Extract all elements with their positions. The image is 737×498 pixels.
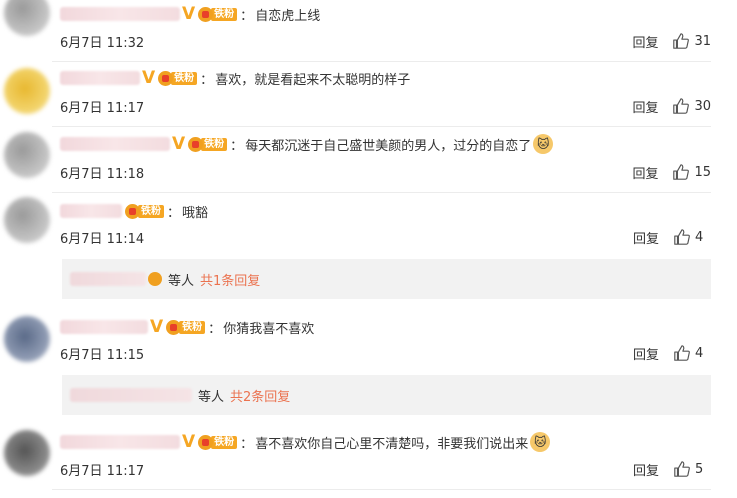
- comment-text: 每天都沉迷于自己盛世美颜的男人，过分的自恋了: [245, 138, 532, 154]
- thumbs-up-icon: [674, 461, 690, 477]
- comment-text: 自恋虎上线: [255, 8, 321, 24]
- like-count: 15: [694, 164, 711, 180]
- fan-badge-icon: 铁粉: [158, 70, 198, 86]
- comment-date: 6月7日 11:17: [60, 463, 145, 479]
- like-button[interactable]: 4: [673, 344, 711, 362]
- avatar[interactable]: [4, 132, 50, 178]
- sub-reply-who: 等人: [168, 273, 195, 289]
- like-count: 4: [695, 229, 704, 245]
- thumbs-up-icon: [674, 345, 690, 361]
- comment-date: 6月7日 11:15: [60, 347, 145, 363]
- fan-badge-icon: 铁粉: [198, 6, 238, 22]
- avatar[interactable]: [4, 68, 50, 114]
- avatar[interactable]: [4, 430, 50, 476]
- comment-text: 你猜我喜不喜欢: [223, 321, 315, 337]
- like-count: 5: [695, 461, 704, 477]
- cat-face-emoji: 🐱: [533, 134, 554, 154]
- like-button[interactable]: 31: [672, 32, 711, 50]
- sub-reply-summary[interactable]: 等人 共2条回复: [62, 375, 711, 415]
- thumbs-up-icon: [673, 98, 690, 114]
- reply-button[interactable]: 回复: [632, 32, 658, 51]
- avatar[interactable]: [4, 0, 50, 36]
- comment-date: 6月7日 11:14: [60, 231, 145, 247]
- username-blurred[interactable]: [70, 388, 192, 402]
- sub-reply-who: 等人: [198, 389, 225, 405]
- username-blurred[interactable]: [60, 71, 140, 85]
- v-badge-icon: V: [150, 317, 164, 337]
- like-button[interactable]: 4: [673, 228, 711, 246]
- username-blurred[interactable]: [60, 7, 180, 21]
- comment-date: 6月7日 11:18: [60, 166, 145, 182]
- reply-button[interactable]: 回复: [633, 460, 659, 479]
- comment-text: 喜不喜欢你自己心里不清楚吗，非要我们说出来: [255, 436, 529, 452]
- v-badge-icon: V: [182, 432, 196, 452]
- thumbs-up-icon: [674, 229, 690, 245]
- comment-date: 6月7日 11:17: [60, 100, 145, 116]
- like-count: 31: [694, 33, 711, 49]
- fan-badge-icon: 铁粉: [198, 434, 238, 450]
- cat-face-emoji: 🐱: [530, 432, 551, 452]
- sub-reply-summary[interactable]: 等人 共1条回复: [62, 259, 711, 299]
- reply-button[interactable]: 回复: [632, 97, 658, 116]
- username-blurred[interactable]: [60, 320, 148, 334]
- like-count: 30: [694, 98, 711, 114]
- thumbs-up-icon: [673, 33, 690, 49]
- view-replies-link[interactable]: 共1条回复: [200, 270, 260, 289]
- username-blurred[interactable]: [70, 272, 146, 286]
- username-blurred[interactable]: [60, 435, 180, 449]
- like-button[interactable]: 15: [672, 163, 711, 181]
- username-blurred[interactable]: [60, 137, 170, 151]
- comment-date: 6月7日 11:32: [60, 35, 145, 51]
- fan-badge-icon: 铁粉: [188, 136, 228, 152]
- fan-badge-icon: [148, 272, 162, 286]
- thumbs-up-icon: [673, 164, 690, 180]
- avatar[interactable]: [4, 197, 50, 243]
- v-badge-icon: V: [182, 4, 196, 24]
- view-replies-link[interactable]: 共2条回复: [230, 386, 290, 405]
- fan-badge-icon: 铁粉: [166, 319, 206, 335]
- v-badge-icon: V: [142, 68, 156, 88]
- avatar[interactable]: [4, 316, 50, 362]
- reply-button[interactable]: 回复: [632, 163, 658, 182]
- like-button[interactable]: 5: [673, 460, 711, 478]
- v-badge-icon: V: [172, 134, 186, 154]
- fan-badge-icon: 铁粉: [125, 203, 164, 219]
- comment-text: 喜欢，就是看起来不太聪明的样子: [215, 72, 411, 88]
- like-button[interactable]: 30: [672, 97, 711, 115]
- reply-button[interactable]: 回复: [633, 228, 659, 247]
- username-blurred[interactable]: [60, 204, 122, 218]
- comment-text: 哦豁: [182, 205, 209, 221]
- reply-button[interactable]: 回复: [633, 344, 659, 363]
- like-count: 4: [695, 345, 704, 361]
